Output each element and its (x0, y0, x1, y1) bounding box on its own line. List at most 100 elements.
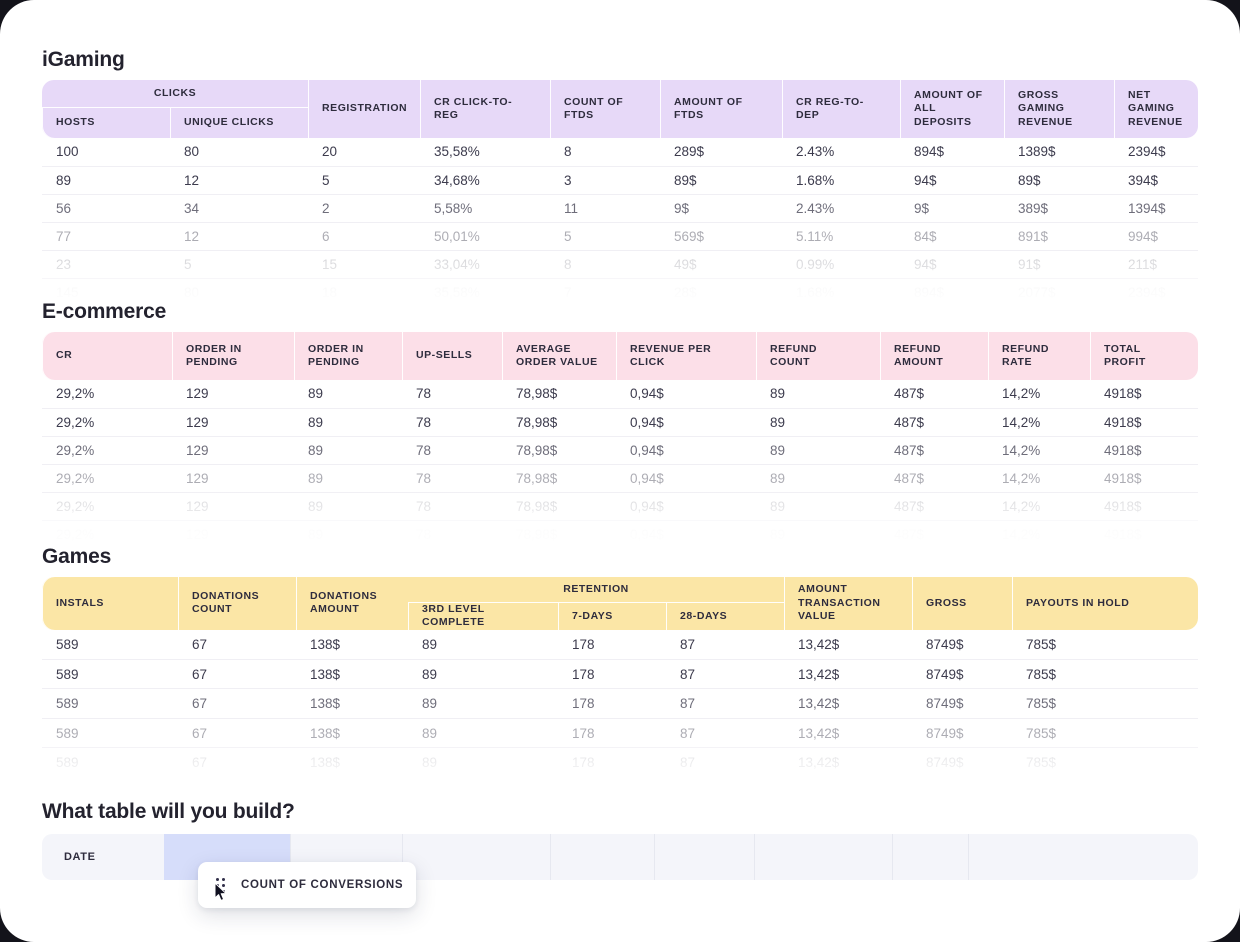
table-row[interactable]: 7712650,01%5569$5.11%84$891$994$ (42, 222, 1198, 250)
table-cell: 12 (170, 222, 308, 250)
table-cell: 178 (558, 718, 666, 748)
column-header[interactable]: CR REG-TO-DEP (782, 80, 900, 138)
table-cell: 138$ (296, 659, 408, 689)
table-row[interactable]: 29,2%129897878,98$0,94$89487$14,2%4918$ (42, 520, 1198, 548)
table-cell: 589 (42, 689, 178, 719)
table-cell: 0,94$ (616, 380, 756, 408)
column-header[interactable]: REFUNDAMOUNT (880, 332, 988, 380)
table-cell: 89 (294, 464, 402, 492)
table-cell: 7 (550, 278, 660, 306)
column-header[interactable]: AMOUNT OFALL DEPOSITS (900, 80, 1004, 138)
table-cell: 894$ (900, 138, 1004, 166)
column-header[interactable]: NET GAMINGREVENUE (1114, 80, 1198, 138)
column-header[interactable]: TOTALPROFIT (1090, 332, 1198, 380)
table-cell: 178 (558, 689, 666, 719)
table-row[interactable]: 58967138$891788713,42$8749$785$ (42, 630, 1198, 660)
column-header[interactable]: CR (42, 332, 172, 380)
table-row[interactable]: 29,2%129897878,98$0,94$89487$14,2%4918$ (42, 408, 1198, 436)
column-header[interactable]: DONATIONSAMOUNT (296, 577, 408, 630)
column-header[interactable]: COUNT OF FTDS (550, 80, 660, 138)
table-row[interactable]: 29,2%129897878,98$0,94$89487$14,2%4918$ (42, 380, 1198, 408)
table-cell: 13,42$ (784, 718, 912, 748)
table-row[interactable]: 563425,58%119$2.43%9$389$1394$ (42, 194, 1198, 222)
table-row[interactable]: 58967138$891788713,42$8749$785$ (42, 748, 1198, 778)
column-header[interactable]: HOSTS (42, 108, 170, 138)
table-row[interactable]: 29,2%129897878,98$0,94$89487$14,2%4918$ (42, 436, 1198, 464)
builder-empty-slot[interactable] (550, 834, 654, 880)
table-cell: 49$ (660, 250, 782, 278)
column-header[interactable]: CR CLICK-TO-REG (420, 80, 550, 138)
builder-empty-slot[interactable] (892, 834, 968, 880)
table-cell: 78,98$ (502, 464, 616, 492)
table-cell: 785$ (1012, 689, 1198, 719)
table-row[interactable]: 8912534,68%389$1.68%94$89$394$ (42, 166, 1198, 194)
builder-empty-slot[interactable] (654, 834, 754, 880)
table-cell: 67 (178, 748, 296, 778)
table-row[interactable]: 58967138$891788713,42$8749$785$ (42, 659, 1198, 689)
table-cell: 94$ (900, 250, 1004, 278)
column-header[interactable]: UP-SELLS (402, 332, 502, 380)
column-header[interactable]: GROSS (912, 577, 1012, 630)
builder-empty-slot[interactable] (402, 834, 550, 880)
table-cell: 67 (178, 659, 296, 689)
builder-empty-slot[interactable] (754, 834, 892, 880)
group-header-igaming: CLICKS (42, 80, 308, 108)
table-cell: 56 (42, 194, 170, 222)
column-header[interactable]: REFUNDRATE (988, 332, 1090, 380)
column-header[interactable]: REGISTRATION (308, 80, 420, 138)
column-header[interactable]: ORDER INPENDING (294, 332, 402, 380)
table-cell: 14,2% (988, 408, 1090, 436)
column-header[interactable]: ORDER IN PENDING (172, 332, 294, 380)
section-title-ecommerce: E-commerce (42, 300, 166, 324)
table-row[interactable]: 58967138$891788713,42$8749$785$ (42, 689, 1198, 719)
table-cell: 18 (308, 278, 420, 306)
table-cell: 138$ (296, 630, 408, 660)
builder-cell-label: DATE (64, 851, 96, 863)
column-header[interactable]: GROSS GAMINGREVENUE (1004, 80, 1114, 138)
table-cell: 13,42$ (784, 659, 912, 689)
table-cell: 2 (308, 194, 420, 222)
table-cell: 0,94$ (616, 464, 756, 492)
column-header[interactable]: 28-DAYS (666, 603, 784, 630)
table-cell: 35,58% (420, 138, 550, 166)
table-row[interactable]: 145801835,58%728$1.68%894$2077$2394$ (42, 278, 1198, 306)
column-header[interactable]: REVENUE PERCLICK (616, 332, 756, 380)
column-header[interactable]: REFUNDCOUNT (756, 332, 880, 380)
table-cell: 8749$ (912, 659, 1012, 689)
builder-cell-date[interactable]: DATE (42, 834, 164, 880)
column-header[interactable]: AVERAGEORDER VALUE (502, 332, 616, 380)
column-header[interactable]: PAYOUTS IN HOLD (1012, 577, 1198, 630)
table-cell: 34,68% (420, 166, 550, 194)
column-header[interactable]: AMOUNTTRANSACTION VALUE (784, 577, 912, 630)
table-cell: 78,98$ (502, 520, 616, 548)
column-header[interactable]: DONATIONSCOUNT (178, 577, 296, 630)
table-cell: 89 (294, 408, 402, 436)
table-row[interactable]: 29,2%129897878,98$0,94$89487$14,2%4918$ (42, 464, 1198, 492)
table-row[interactable]: 58967138$891788713,42$8749$785$ (42, 718, 1198, 748)
table-cell: 129 (172, 464, 294, 492)
table-row[interactable]: 2351533,04%849$0.99%94$91$211$ (42, 250, 1198, 278)
table-cell: 5 (550, 222, 660, 250)
table-cell: 84$ (900, 222, 1004, 250)
table-cell: 11 (550, 194, 660, 222)
table-ecommerce: CRORDER IN PENDINGORDER INPENDINGUP-SELL… (42, 332, 1198, 548)
table-cell: 2.43% (782, 194, 900, 222)
column-header[interactable]: 7-DAYS (558, 603, 666, 630)
table-row[interactable]: 100802035,58%8289$2.43%894$1389$2394$ (42, 138, 1198, 166)
table-cell: 0,94$ (616, 492, 756, 520)
table-cell: 50,01% (420, 222, 550, 250)
column-header[interactable]: UNIQUE CLICKS (170, 108, 308, 138)
table-cell: 14,2% (988, 380, 1090, 408)
table-cell: 78 (402, 436, 502, 464)
table-cell: 5.11% (782, 222, 900, 250)
table-cell: 87 (666, 748, 784, 778)
table-cell: 87 (666, 630, 784, 660)
table-cell: 67 (178, 718, 296, 748)
column-header[interactable]: AMOUNT OF FTDS (660, 80, 782, 138)
table-row[interactable]: 29,2%129897878,98$0,94$89487$14,2%4918$ (42, 492, 1198, 520)
table-cell: 0.99% (782, 250, 900, 278)
drag-chip-count-of-conversions[interactable]: COUNT OF CONVERSIONS (198, 862, 416, 908)
column-header[interactable]: 3RD LEVEL COMPLETE (408, 603, 558, 630)
builder-empty-slot[interactable] (968, 834, 1198, 880)
column-header[interactable]: INSTALS (42, 577, 178, 630)
